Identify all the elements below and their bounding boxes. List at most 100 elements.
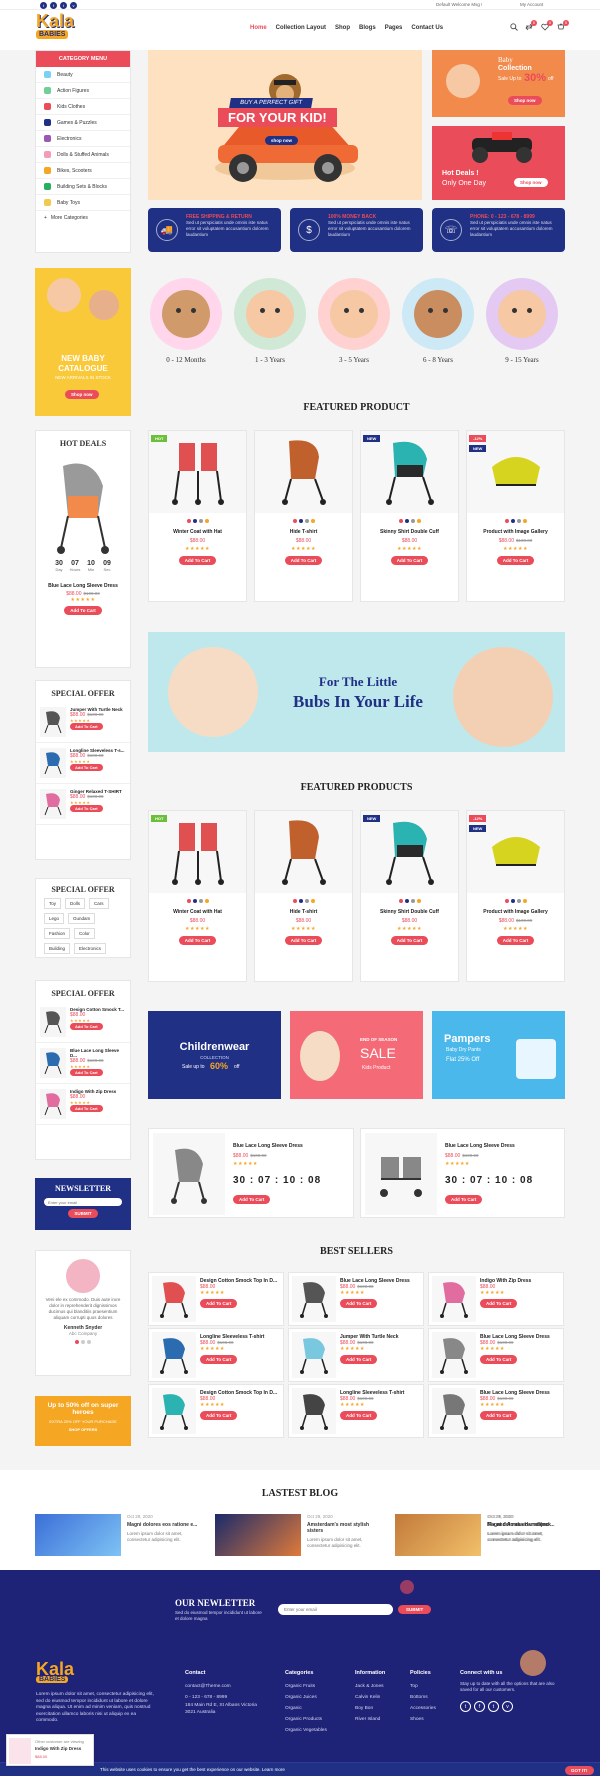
- add-to-cart-button[interactable]: Add To Cart: [496, 936, 535, 945]
- blog-post-title[interactable]: Magni dolores eos ratione e...: [127, 1522, 205, 1528]
- facebook-icon[interactable]: f: [474, 1701, 485, 1712]
- footer-link[interactable]: Accessories: [410, 1703, 436, 1714]
- tumblr-icon[interactable]: t: [488, 1701, 499, 1712]
- add-to-cart-button[interactable]: Add To Cart: [480, 1355, 518, 1364]
- age-category[interactable]: 3 - 5 Years: [318, 278, 390, 364]
- my-account-link[interactable]: My Account: [520, 2, 543, 7]
- age-category[interactable]: 9 - 15 Years: [486, 278, 558, 364]
- blog-post-title[interactable]: Amsterdam's most stylish sisters: [307, 1522, 385, 1534]
- deal-add-to-cart[interactable]: Add To Cart: [233, 1195, 271, 1204]
- product-image[interactable]: [149, 811, 246, 893]
- product-image[interactable]: [149, 431, 246, 513]
- product-name[interactable]: Hide T-shirt: [255, 909, 352, 915]
- footer-link[interactable]: Bottoms: [410, 1692, 436, 1703]
- twitter-icon[interactable]: t: [460, 1701, 471, 1712]
- product-name[interactable]: Winter Coat with Hat: [149, 909, 246, 915]
- footer-logo[interactable]: Kala BABIES: [36, 1660, 74, 1683]
- tag[interactable]: Dolls: [65, 898, 86, 909]
- add-to-cart-button[interactable]: Add To Cart: [200, 1411, 238, 1420]
- product-thumb[interactable]: [432, 1388, 476, 1434]
- add-to-cart-button[interactable]: Add To Cart: [480, 1411, 518, 1420]
- add-to-cart-button[interactable]: Add To Cart: [70, 805, 103, 812]
- color-swatches[interactable]: [255, 519, 352, 525]
- color-swatches[interactable]: [149, 519, 246, 525]
- product-name[interactable]: Winter Coat with Hat: [149, 529, 246, 535]
- product-thumb[interactable]: [292, 1332, 336, 1378]
- product-thumb[interactable]: [40, 1007, 66, 1037]
- product-image[interactable]: [255, 811, 352, 893]
- color-swatches[interactable]: [149, 899, 246, 905]
- footer-link[interactable]: Jack & Jones: [355, 1681, 385, 1692]
- tumblr-icon[interactable]: t: [60, 2, 67, 9]
- product-name[interactable]: Product with Image Gallery: [467, 529, 564, 535]
- nav-pages[interactable]: Pages: [385, 25, 403, 31]
- deal-product-name[interactable]: Blue Lace Long Sleeve Dress: [233, 1143, 303, 1149]
- product-thumb[interactable]: [40, 1089, 66, 1119]
- add-to-cart-button[interactable]: Add To Cart: [70, 764, 103, 771]
- color-swatches[interactable]: [361, 899, 458, 905]
- newsletter-submit-button[interactable]: SUBMIT: [68, 1209, 98, 1218]
- cart-icon[interactable]: 0: [557, 20, 569, 31]
- add-to-cart-button[interactable]: Add To Cart: [178, 556, 217, 565]
- hot-deals-shop-button[interactable]: Shop now: [514, 178, 548, 187]
- promo-baby-collection[interactable]: Baby Collection Sale Up to 30% off Shop …: [432, 50, 565, 117]
- color-swatches[interactable]: [467, 519, 564, 525]
- product-image[interactable]: [467, 431, 564, 513]
- footer-email-input[interactable]: [278, 1604, 393, 1615]
- contact-phone[interactable]: 0 - 123 - 678 - 8999: [185, 1692, 265, 1703]
- footer-link[interactable]: River Island: [355, 1714, 385, 1725]
- tag[interactable]: Color: [74, 928, 95, 939]
- color-swatches[interactable]: [467, 899, 564, 905]
- product-thumb[interactable]: [432, 1276, 476, 1322]
- category-item[interactable]: Dolls & Stuffed Animals: [36, 147, 130, 163]
- pampers-banner[interactable]: Pampers Baby Dry Pants Flat 25% Off: [432, 1011, 565, 1099]
- footer-link[interactable]: Top: [410, 1681, 436, 1692]
- age-category[interactable]: 6 - 8 Years: [402, 278, 474, 364]
- add-to-cart-button[interactable]: Add To Cart: [480, 1299, 518, 1308]
- compare-icon[interactable]: 0: [525, 20, 537, 31]
- footer-link[interactable]: Organic Fruits: [285, 1681, 327, 1692]
- nav-collection-layout[interactable]: Collection Layout: [276, 25, 326, 31]
- add-to-cart-button[interactable]: Add To Cart: [390, 556, 429, 565]
- nav-home[interactable]: Home: [250, 25, 267, 31]
- tag[interactable]: Lego: [44, 913, 65, 924]
- product-name[interactable]: Skinny Shirt Double Cuff: [361, 529, 458, 535]
- newsletter-email-input[interactable]: [44, 1198, 122, 1206]
- add-to-cart-button[interactable]: Add To Cart: [178, 936, 217, 945]
- category-item[interactable]: Baby Toys: [36, 195, 130, 211]
- promo-shop-now-button[interactable]: Shop now: [508, 96, 542, 105]
- age-category[interactable]: 1 - 3 Years: [234, 278, 306, 364]
- catalogue-shop-button[interactable]: Shop now: [65, 390, 99, 399]
- product-thumb[interactable]: [432, 1332, 476, 1378]
- category-item[interactable]: Games & Puzzles: [36, 115, 130, 131]
- footer-link[interactable]: Organic: [285, 1703, 327, 1714]
- contact-email[interactable]: contact@Theme.com: [185, 1681, 265, 1692]
- blog-post[interactable]: Oct 29, 2020 Magni dolores eos ratione e.…: [35, 1514, 205, 1558]
- product-thumb[interactable]: [40, 748, 66, 778]
- product-image[interactable]: [361, 811, 458, 893]
- promo-shop-link[interactable]: SHOP OFFERS: [35, 1427, 131, 1432]
- logo[interactable]: Kala BABIES: [36, 12, 74, 42]
- product-image[interactable]: [467, 811, 564, 893]
- tag[interactable]: Toy: [44, 898, 62, 909]
- recent-viewing-popup[interactable]: Other customer are viewing Indigo With Z…: [6, 1734, 94, 1766]
- nav-contact-us[interactable]: Contact Us: [411, 25, 443, 31]
- add-to-cart-button[interactable]: Add To Cart: [70, 1023, 103, 1030]
- category-item[interactable]: Beauty: [36, 67, 130, 83]
- tag[interactable]: Fashion: [44, 928, 71, 939]
- new-baby-catalogue-banner[interactable]: NEW BABY CATALOGUE NEW ARRIVALS IN STOCK…: [35, 268, 131, 416]
- add-to-cart-button[interactable]: Add To Cart: [284, 936, 323, 945]
- add-to-cart-button[interactable]: Add To Cart: [70, 723, 103, 730]
- blog-post[interactable]: Oct 29, 2020 Fix and Amaka Hamelijnck Lore…: [488, 1514, 568, 1558]
- product-thumb[interactable]: [292, 1388, 336, 1434]
- hero-shop-now-button[interactable]: shop now: [265, 136, 298, 145]
- vimeo-icon[interactable]: v: [502, 1701, 513, 1712]
- category-item[interactable]: Electronics: [36, 131, 130, 147]
- nav-blogs[interactable]: Blogs: [359, 25, 376, 31]
- tag[interactable]: Electronics: [74, 943, 107, 954]
- category-item[interactable]: Action Figures: [36, 83, 130, 99]
- product-thumb[interactable]: [152, 1276, 196, 1322]
- color-swatches[interactable]: [361, 519, 458, 525]
- add-to-cart-button[interactable]: Add To Cart: [70, 1069, 103, 1076]
- childrenwear-banner[interactable]: Childrenwear COLLECTION Sale up to 60% o…: [148, 1011, 281, 1099]
